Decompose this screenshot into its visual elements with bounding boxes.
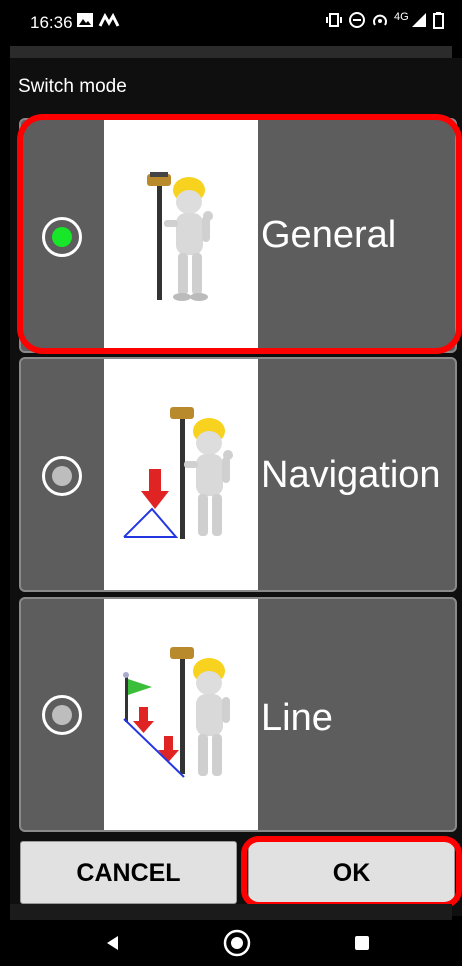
option-general-label: General [261,214,397,256]
image-icon [77,13,93,27]
surveyor-navigation-icon [104,359,258,590]
hotspot-icon [373,14,387,26]
navigation-bar [0,920,462,966]
option-general[interactable]: General [19,118,457,353]
back-icon[interactable] [103,934,121,952]
dialog-title: Switch mode [18,76,127,97]
option-navigation[interactable]: Navigation [19,357,457,592]
surveyor-general-icon [104,120,258,351]
signal-icon [412,13,426,27]
home-icon[interactable] [222,928,252,958]
option-line-label: Line [261,697,333,739]
battery-icon [433,12,444,29]
ok-button[interactable]: OK [248,841,455,904]
option-line[interactable]: Line [19,597,457,832]
vibrate-icon [326,13,342,27]
radio-dot [52,705,72,725]
status-bar: 16:36 4G [0,0,462,46]
radio-line[interactable] [42,695,82,735]
cancel-button[interactable]: CANCEL [20,841,237,904]
surveyor-line-icon [104,599,258,830]
radio-dot [52,227,72,247]
radio-dot [52,466,72,486]
radio-navigation[interactable] [42,456,82,496]
network-type: 4G [394,11,409,23]
m-logo-icon [98,12,120,27]
switch-mode-dialog: Switch mode General Navigation Line CANC… [10,58,462,916]
bottom-toolbar-strip [10,904,452,920]
recents-icon[interactable] [354,935,370,951]
status-time: 16:36 [30,13,73,32]
option-navigation-label: Navigation [261,454,441,496]
do-not-disturb-icon [349,12,365,28]
radio-general[interactable] [42,217,82,257]
